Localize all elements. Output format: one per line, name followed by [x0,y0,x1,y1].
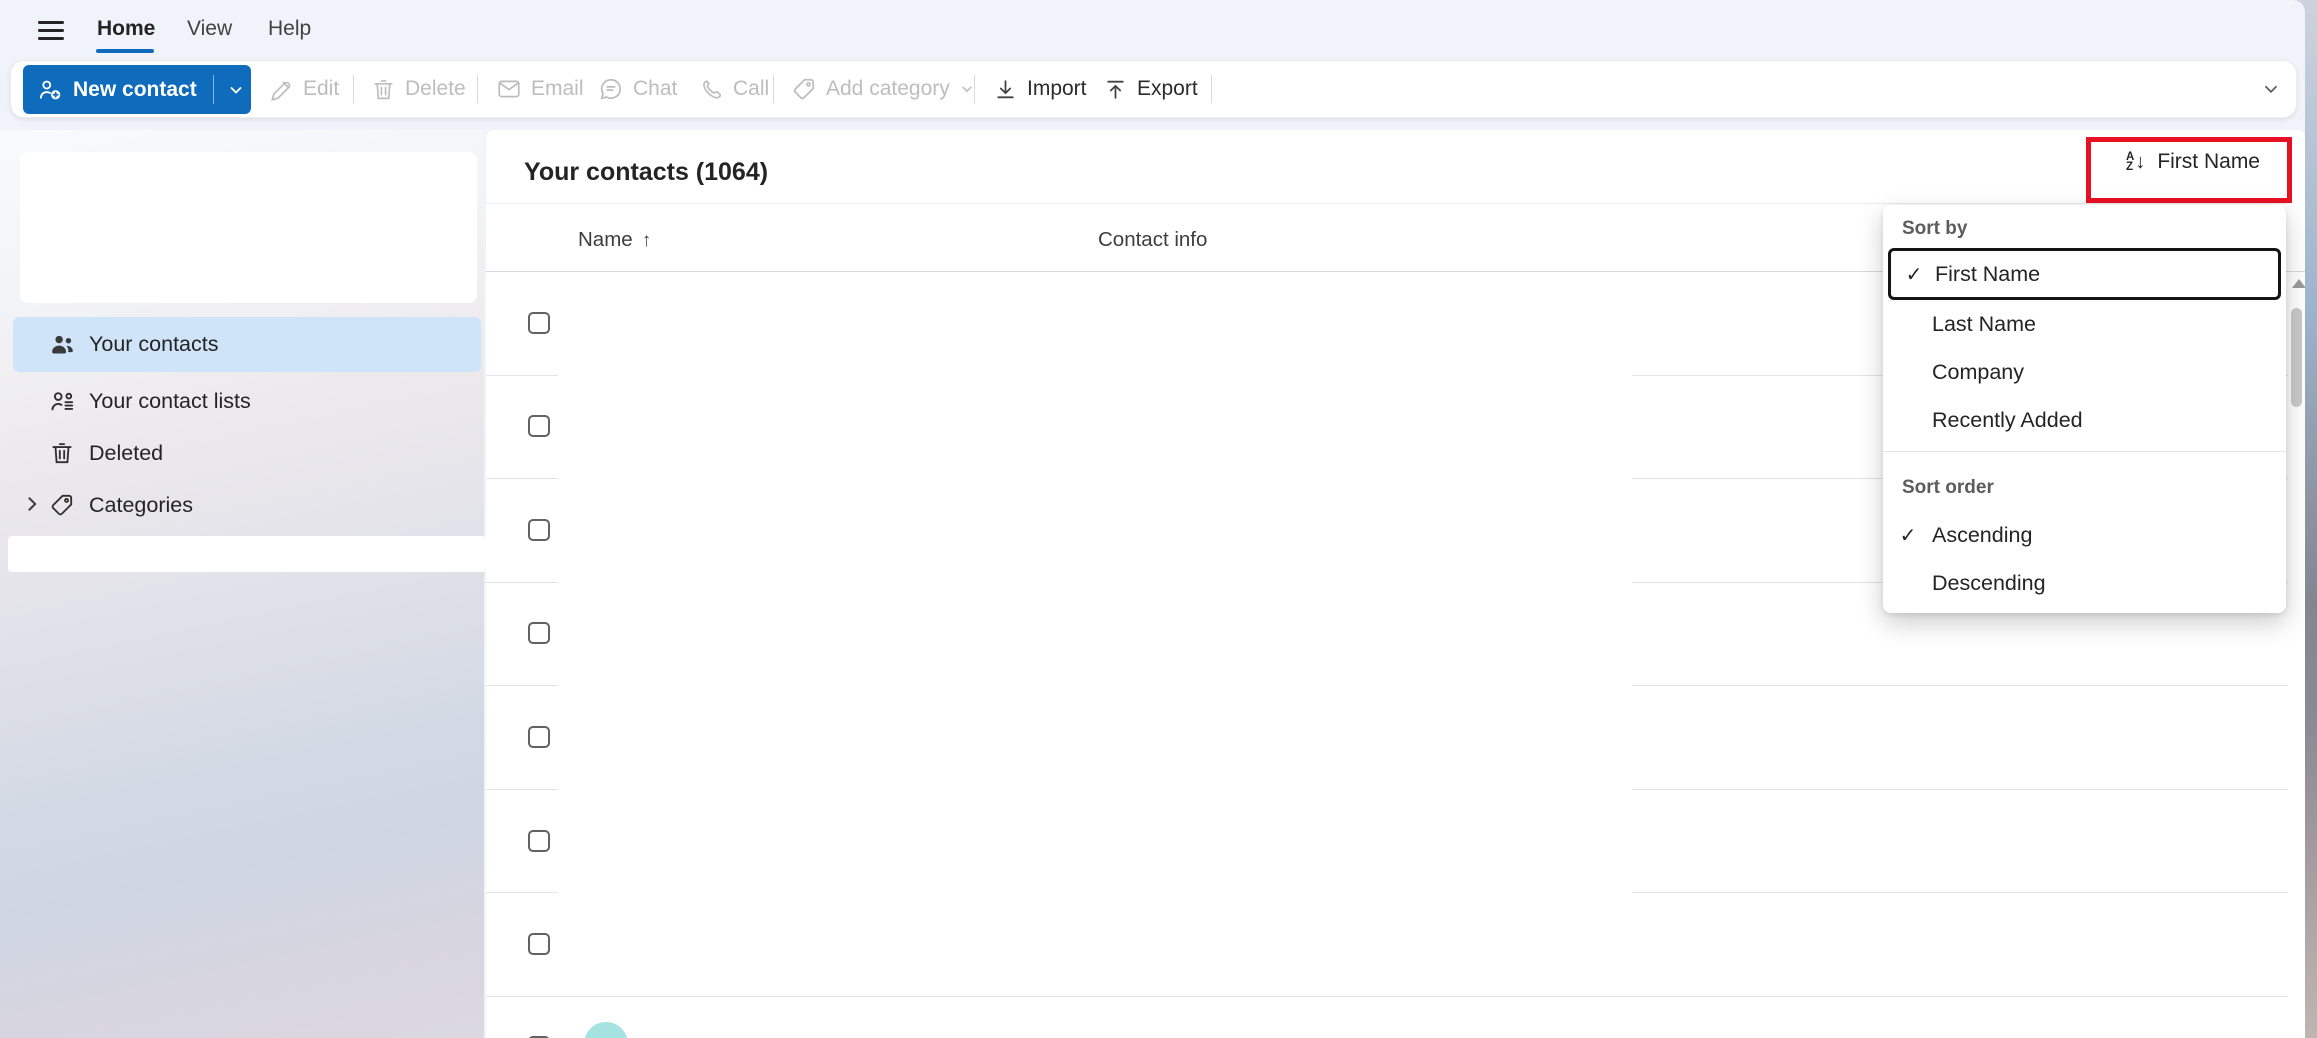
row-separator [486,478,558,479]
row-separator [486,892,558,893]
sidebar-item-your-contacts[interactable]: Your contacts [13,317,481,372]
edit-pencil-icon [269,77,294,102]
contact-row-checkbox[interactable] [528,726,550,748]
category-tag-icon [48,492,76,518]
new-contact-button[interactable]: New contact [23,65,251,114]
tab-view[interactable]: View [187,17,232,41]
scrollbar-up-arrow[interactable] [2292,279,2305,288]
contact-row-checkbox[interactable] [528,415,550,437]
person-add-icon [37,77,63,103]
contact-list-icon [48,388,76,415]
contact-row-checkbox[interactable] [528,312,550,334]
sidebar-item-your-contact-lists[interactable]: Your contact lists [13,375,481,427]
sort-option-company[interactable]: Company [1883,348,2286,396]
sort-option-recently-added[interactable]: Recently Added [1883,396,2286,444]
sidebar-item-deleted[interactable]: Deleted [13,427,481,479]
tab-help[interactable]: Help [268,17,311,41]
import-button[interactable]: Import [993,61,1087,117]
chat-label: Chat [633,77,677,101]
toolbar-divider [353,75,354,103]
category-tag-icon [791,76,817,102]
trash-icon [48,440,76,466]
row-separator [486,996,2288,997]
delete-label: Delete [405,77,466,101]
sidebar-item-categories[interactable]: Categories [13,479,481,531]
sort-order-ascending[interactable]: ✓ Ascending [1883,511,2286,559]
contact-row-checkbox[interactable] [528,933,550,955]
sort-menu: Sort by ✓ First Name Last Name Company R… [1883,205,2286,613]
tab-home[interactable]: Home [97,17,155,41]
export-label: Export [1137,77,1198,101]
sidebar-bottom-strip [8,536,486,572]
button-split-divider [213,75,214,104]
column-header-contact-info[interactable]: Contact info [1098,228,1207,252]
add-category-label: Add category [826,77,950,101]
row-separator [1632,685,2288,686]
contact-row-checkbox[interactable] [528,830,550,852]
phone-icon [699,77,724,102]
call-button[interactable]: Call [699,61,769,117]
folder-sidebar: Your contacts Your contact lists [0,130,484,1038]
page-title: Your contacts (1064) [524,158,768,187]
row-separator [1632,892,2288,893]
toolbar-overflow-chevron[interactable] [2262,61,2280,117]
new-contact-dropdown-chevron[interactable] [221,65,251,114]
export-button[interactable]: Export [1103,61,1198,117]
edit-button[interactable]: Edit [269,61,339,117]
title-divider [486,203,2288,204]
chat-bubble-icon [598,76,624,102]
new-contact-label: New contact [73,78,197,102]
checkmark-icon: ✓ [1896,523,1920,548]
toolbar-divider [773,75,774,103]
import-arrow-icon [993,77,1018,102]
sidebar-item-label: Your contact lists [89,389,251,414]
command-toolbar: New contact Edit [10,60,2297,118]
outlook-people-window: Home View Help New contact [0,0,2305,1038]
checkmark-icon: ✓ [1902,262,1926,287]
sort-order-descending[interactable]: Descending [1883,559,2286,607]
menu-divider [1883,451,2286,452]
import-label: Import [1027,77,1087,101]
row-separator [1632,789,2288,790]
sidebar-item-label: Your contacts [89,332,218,357]
add-category-chevron-icon [960,82,974,96]
column-header-name[interactable]: Name↑ [578,228,651,252]
add-category-button[interactable]: Add category [791,61,974,117]
sidebar-item-label: Categories [89,493,193,518]
toolbar-divider [1211,75,1212,103]
sidebar-item-label: Deleted [89,441,163,466]
sort-option-last-name[interactable]: Last Name [1883,300,2286,348]
row-separator [486,685,558,686]
email-envelope-icon [496,76,522,102]
edit-label: Edit [303,77,339,101]
hamburger-menu-icon[interactable] [38,21,64,40]
row-separator [486,582,558,583]
toolbar-divider [477,75,478,103]
active-tab-underline [96,49,154,53]
email-label: Email [531,77,584,101]
chat-button[interactable]: Chat [598,61,677,117]
avatar [584,1022,628,1038]
red-annotation-rectangle [2086,137,2292,203]
email-button[interactable]: Email [496,61,584,117]
toolbar-divider [974,75,975,103]
sort-by-section-label: Sort by [1902,218,1967,240]
scrollbar-thumb[interactable] [2291,308,2302,407]
delete-button[interactable]: Delete [371,61,466,117]
export-arrow-icon [1103,77,1128,102]
sort-option-first-name[interactable]: ✓ First Name [1888,248,2281,300]
desktop-wallpaper-strip [2305,0,2317,1038]
chevron-right-icon[interactable] [22,494,42,514]
trash-icon [371,77,396,102]
call-label: Call [733,77,769,101]
sort-order-section-label: Sort order [1902,477,1994,499]
sidebar-empty-panel [20,152,477,303]
screenshot-stage: Home View Help New contact [0,0,2317,1038]
people-icon [48,331,76,358]
row-separator [486,789,558,790]
contact-row-checkbox[interactable] [528,622,550,644]
sort-ascending-arrow-icon: ↑ [642,230,652,251]
contact-row-checkbox[interactable] [528,519,550,541]
row-separator [486,375,558,376]
